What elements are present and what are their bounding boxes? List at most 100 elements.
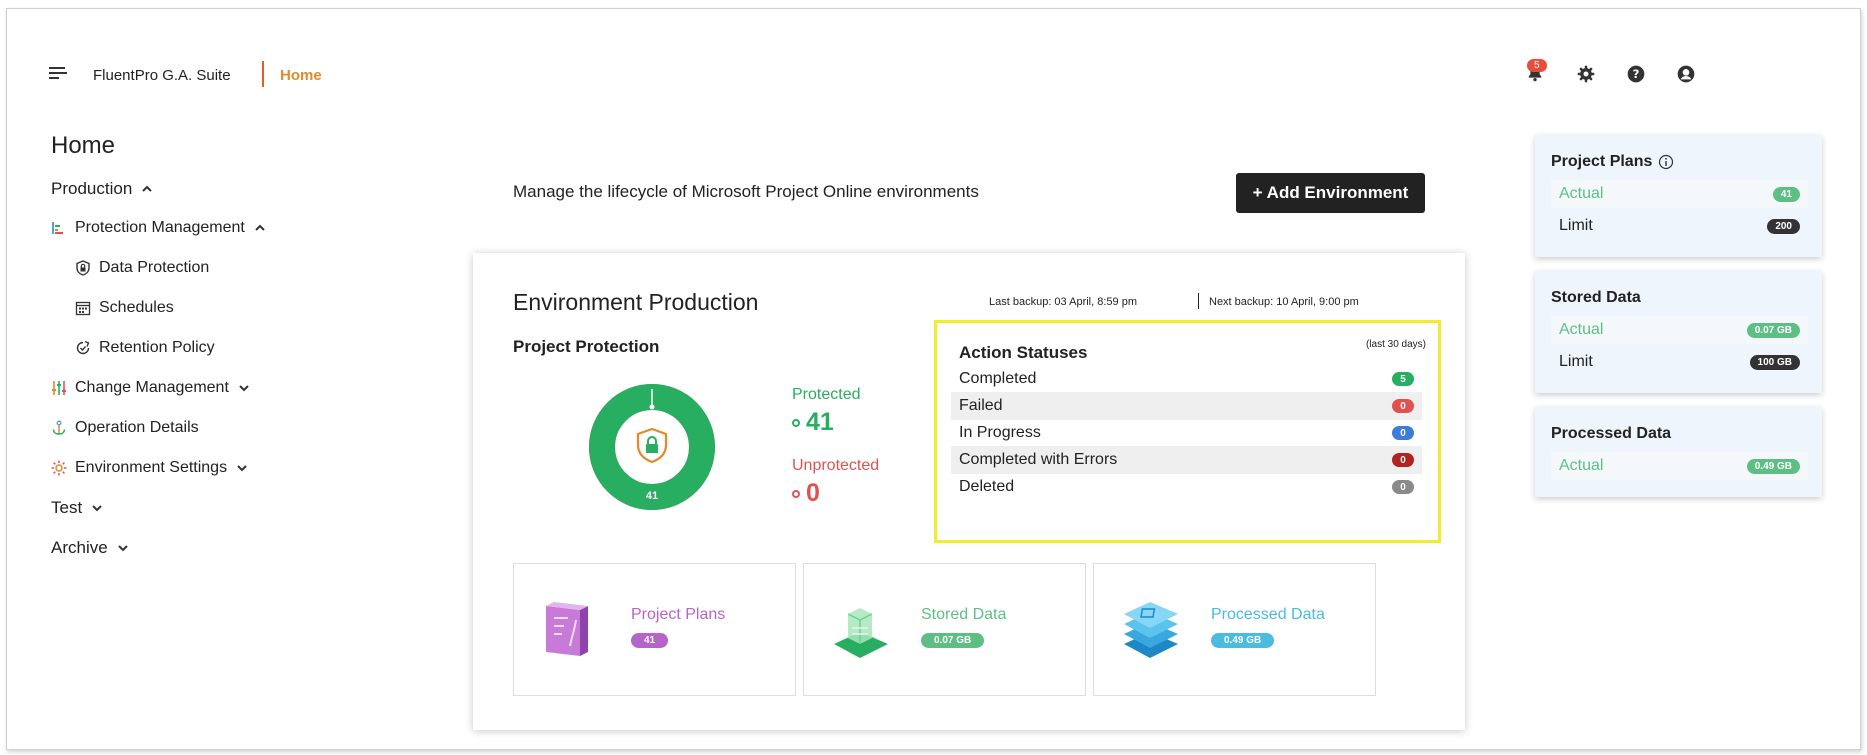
sidebar-item-production[interactable]: Production [51,179,154,199]
sidebar-item-environment-settings[interactable]: Environment Settings [51,459,249,477]
panel-row-value: 0.07 GB [1746,322,1800,338]
protected-value: 41 [806,408,834,436]
panel-row-limit: Limit 200 [1551,212,1808,240]
info-icon[interactable] [1658,154,1674,170]
status-row-in-progress[interactable]: In Progress 0 [951,419,1422,447]
sidebar-item-label: Protection Management [75,219,245,236]
unprotected-dot-icon [792,489,800,498]
sidebar-item-label: Retention Policy [99,339,215,356]
sidebar-item-schedules[interactable]: Schedules [75,299,174,317]
next-backup: Next backup: 10 April, 9:00 pm [1209,296,1359,308]
sidebar-item-data-protection[interactable]: Data Protection [75,259,209,277]
action-statuses-title: Action Statuses [959,343,1088,362]
chevron-up-icon [255,224,265,231]
status-row-failed[interactable]: Failed 0 [951,392,1422,420]
sidebar-item-retention-policy[interactable]: Retention Policy [75,339,215,357]
retention-icon [76,340,90,355]
chevron-down-icon [117,545,128,552]
protection-donut-chart: 41 [589,384,715,510]
environment-card: Environment Production Last backup: 03 A… [473,253,1465,730]
last-backup: Last backup: 03 April, 8:59 pm [989,296,1137,308]
status-count-badge: 0 [1392,480,1414,494]
panel-row-label: Limit [1559,217,1593,234]
tile-value-badge: 0.07 GB [921,633,985,648]
sidebar-item-test[interactable]: Test [51,498,104,518]
sidebar-heading: Home [51,132,116,159]
unprotected-count: 0 [792,479,820,508]
panel-row-value: 200 [1767,218,1800,234]
status-count-badge: 0 [1392,426,1414,440]
sidebar-item-protection-management[interactable]: Protection Management [51,219,267,237]
help-icon[interactable]: ? [1626,64,1646,84]
protected-count: 41 [792,408,834,437]
user-icon[interactable] [1676,64,1696,84]
app-window: FluentPro G.A. Suite Home 5 ? Home Produ… [6,8,1861,750]
gear-icon[interactable] [1576,64,1596,84]
panel-title: Project Plans [1551,153,1674,171]
breadcrumb-home[interactable]: Home [280,67,322,84]
svg-text:?: ? [1633,67,1640,81]
anchor-icon [52,420,66,435]
panel-row-limit: Limit 100 GB [1551,348,1808,376]
donut-pointer-dot [649,404,655,410]
calendar-icon [75,301,91,316]
tile-processed-data[interactable]: Processed Data 0.49 GB [1093,563,1376,696]
protected-label: Protected [792,386,861,403]
sidebar-item-label: Operation Details [75,419,199,436]
panel-title: Stored Data [1551,289,1641,306]
panel-row-label: Actual [1559,457,1604,474]
tile-stored-data[interactable]: Stored Data 0.07 GB [803,563,1086,696]
panel-processed-data: Processed Data Actual 0.49 GB [1535,407,1822,497]
chevron-up-icon [142,185,152,192]
panel-project-plans: Project Plans Actual 41 Limit 200 [1535,135,1822,257]
app-title: FluentPro G.A. Suite [93,67,231,84]
panel-title: Processed Data [1551,425,1672,442]
status-label: Completed with Errors [959,451,1118,468]
status-count-badge: 0 [1392,399,1414,413]
project-protection-title: Project Protection [513,337,660,356]
status-label: Failed [959,397,1003,414]
tile-value-badge: 0.49 GB [1211,633,1275,648]
panel-row-actual: Actual 0.49 GB [1551,452,1808,480]
protected-dot-icon [792,418,800,427]
backup-separator [1198,293,1199,309]
panel-row-value: 0.49 GB [1746,458,1800,474]
notification-badge: 5 [1527,59,1547,72]
tile-label: Processed Data [1211,606,1325,623]
sidebar-item-label: Change Management [75,379,229,396]
panel-title-text: Project Plans [1551,153,1653,170]
tile-project-plans[interactable]: Project Plans 41 [513,563,796,696]
status-count-badge: 0 [1392,453,1414,467]
sidebar-item-label: Data Protection [99,259,210,276]
sidebar-item-operation-details[interactable]: Operation Details [51,419,199,437]
panel-row-actual: Actual 41 [1551,180,1808,208]
status-row-completed[interactable]: Completed 5 [951,365,1422,393]
panel-stored-data: Stored Data Actual 0.07 GB Limit 100 GB [1535,271,1822,393]
action-statuses-panel: Action Statuses (last 30 days) Completed… [934,320,1441,543]
sidebar-item-label: Schedules [99,299,174,316]
panel-row-label: Actual [1559,321,1604,338]
lock-shield-icon [76,260,90,276]
action-statuses-period: (last 30 days) [1365,339,1426,350]
sidebar-item-label: Production [51,179,133,198]
panel-row-value: 41 [1772,186,1800,202]
page-subtitle: Manage the lifecycle of Microsoft Projec… [513,182,979,201]
sidebar-item-archive[interactable]: Archive [51,538,130,558]
bar-chart-icon [52,222,63,234]
status-label: Completed [959,370,1037,387]
sliders-icon [52,381,66,395]
panel-row-label: Actual [1559,185,1604,202]
menu-icon[interactable] [49,67,67,82]
environment-title: Environment Production [513,289,759,315]
tile-label: Project Plans [631,606,726,623]
status-row-completed-with-errors[interactable]: Completed with Errors 0 [951,446,1422,474]
top-bar: FluentPro G.A. Suite Home 5 ? [7,9,1860,109]
status-label: Deleted [959,478,1015,495]
sidebar-item-change-management[interactable]: Change Management [51,379,251,397]
add-environment-button[interactable]: + Add Environment [1236,173,1425,213]
chevron-down-icon [92,505,102,512]
chevron-down-icon [237,465,247,472]
status-row-deleted[interactable]: Deleted 0 [951,473,1422,501]
project-plans-icon [546,602,588,656]
sidebar-item-label: Archive [51,538,108,557]
